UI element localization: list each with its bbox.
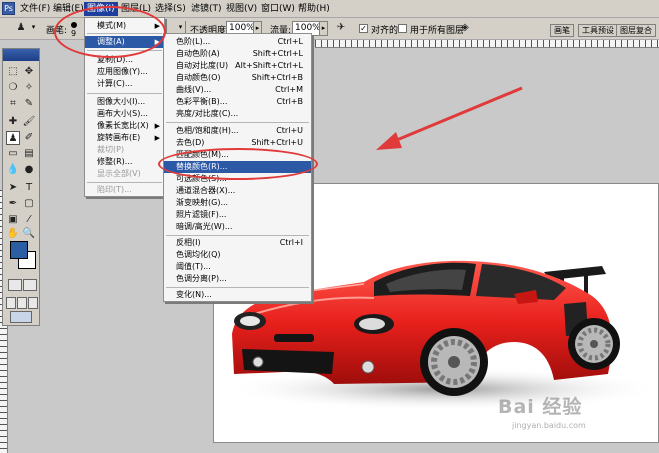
menu-window[interactable]: 窗口(W) [258,2,298,16]
menu-separator [87,93,162,94]
ruler-horizontal [315,40,659,48]
eraser-icon[interactable]: ▭ [6,147,20,161]
tool-preset-arrow-icon[interactable]: ▾ [29,21,38,36]
adjust-variations[interactable]: 变化(N)... [164,289,311,301]
menu-view[interactable]: 视图(V) [223,2,260,16]
type-icon[interactable]: T [22,181,36,195]
annotation-circle-image-menu [54,6,166,58]
adjust-brightness-contrast[interactable]: 亮度/对比度(C)... [164,108,311,120]
adjust-auto-levels[interactable]: 自动色阶(A) Shift+Ctrl+L [164,48,311,60]
adjust-shadow-highlight[interactable]: 暗调/高光(W)... [164,221,311,233]
menu-select[interactable]: 选择(S) [152,2,189,16]
dodge-icon[interactable]: ● [22,163,36,177]
toolbox: ⬚ ✥ ❍ ✧ ⌗ ✎ ✚ 🖌 ♟ ✐ ▭ ▤ 💧 ● ➤ T ✒ ▢ ▣ ⁄ … [2,48,40,326]
adjust-auto-color[interactable]: 自动颜色(O) Shift+Ctrl+B [164,72,311,84]
app-logo-icon: Ps [2,2,15,15]
all-layers-label: 用于所有图层 [410,26,465,36]
annotation-arrow-icon [376,86,523,150]
screen-mode-standard-icon[interactable] [6,297,16,309]
adjust-gradient-map[interactable]: 渐变映射(G)... [164,197,311,209]
tab-brushes[interactable]: 画笔 [550,24,574,37]
shape-icon[interactable]: ▢ [22,197,36,211]
adjust-posterize[interactable]: 色调分离(P)... [164,273,311,285]
adjust-threshold[interactable]: 阈值(T)... [164,261,311,273]
gradient-icon[interactable]: ▤ [22,147,36,161]
menu-separator [166,122,309,123]
screen-mode-full-icon[interactable] [28,297,38,309]
image-menu-calculations[interactable]: 计算(C)... [85,78,164,90]
tab-layer-comps[interactable]: 图层复合 [616,24,656,37]
image-menu-rotate-canvas[interactable]: 旋转画布(E) ▶ [85,132,164,144]
menu-filter[interactable]: 滤镜(T) [188,2,225,16]
jump-to-imageready-icon[interactable] [10,311,32,323]
image-menu-apply-image[interactable]: 应用图像(Y)... [85,66,164,78]
all-layers-checkbox[interactable] [398,24,407,33]
flow-arrow-icon[interactable]: ▸ [319,21,328,36]
menu-file[interactable]: 文件(F) [17,2,53,16]
menu-separator [166,287,309,288]
slice-icon[interactable]: ✎ [22,97,36,111]
adjust-auto-contrast[interactable]: 自动对比度(U) Alt+Shift+Ctrl+L [164,60,311,72]
path-select-icon[interactable]: ➤ [6,181,20,195]
lasso-icon[interactable]: ❍ [6,81,20,95]
eyedropper-icon[interactable]: ⁄ [22,213,36,227]
menu-separator [166,235,309,236]
blur-icon[interactable]: 💧 [6,163,20,177]
aligned-label: 对齐的 [371,26,399,36]
foreground-color-swatch[interactable] [10,241,28,259]
menu-help[interactable]: 帮助(H) [295,2,333,16]
image-menu-image-size[interactable]: 图像大小(I)... [85,96,164,108]
adjust-hue-saturation[interactable]: 色相/饱和度(H)... Ctrl+U [164,125,311,137]
adjust-color-balance[interactable]: 色彩平衡(B)... Ctrl+B [164,96,311,108]
magic-wand-icon[interactable]: ✧ [22,81,36,95]
adjust-levels[interactable]: 色阶(L)... Ctrl+L [164,36,311,48]
pen-icon[interactable]: ✒ [6,197,20,211]
menu-separator [87,182,162,183]
adjust-equalize[interactable]: 色调均化(Q) [164,249,311,261]
tab-tool-presets[interactable]: 工具预设 [578,24,618,37]
image-menu-trap: 陷印(T)... [97,185,132,194]
image-menu-pixel-aspect[interactable]: 像素长宽比(X) ▶ [85,120,164,132]
clone-stamp-tool-icon[interactable]: ♟ [6,131,20,145]
adjust-channel-mixer[interactable]: 通道混合器(X)... [164,185,311,197]
healing-brush-icon[interactable]: ✚ [6,115,20,129]
history-brush-icon[interactable]: ✐ [22,131,36,145]
image-menu-canvas-size[interactable]: 画布大小(S)... [85,108,164,120]
quick-mask-icon[interactable] [23,279,37,291]
notes-icon[interactable]: ▣ [6,213,20,227]
brush-icon[interactable]: 🖌 [22,115,36,129]
standard-mode-icon[interactable] [8,279,22,291]
baidu-watermark: Bai 经验 [498,396,583,418]
toolbox-title-bar[interactable] [3,49,39,61]
screen-mode-menubar-icon[interactable] [17,297,27,309]
marquee-icon[interactable]: ⬚ [6,65,20,79]
image-menu-crop: 裁切(P) [97,145,125,154]
photoshop-window: Ps 文件(F) 编辑(E) 图像(I) 图层(L) 选择(S) 滤镜(T) 视… [0,0,659,453]
aligned-checkbox[interactable]: ✓ [359,24,368,33]
clone-stamp-icon[interactable]: ♟ [14,21,28,35]
adjust-photo-filter[interactable]: 照片滤镜(F)... [164,209,311,221]
sample-icon[interactable]: ◈ [458,21,472,35]
airbrush-icon[interactable]: ✈ [334,21,348,35]
adjust-curves[interactable]: 曲线(V)... Ctrl+M [164,84,311,96]
hand-icon[interactable]: ✋ [6,227,20,241]
baidu-watermark-url: jingyan.baidu.com [512,421,586,430]
move-icon[interactable]: ✥ [22,65,36,79]
zoom-icon[interactable]: 🔍 [22,227,36,241]
image-menu-reveal-all: 显示全部(V) [97,169,141,178]
crop-icon[interactable]: ⌗ [6,97,20,111]
adjust-invert[interactable]: 反相(I) Ctrl+I [164,237,311,249]
image-menu-trim[interactable]: 修整(R)... [85,156,164,168]
annotation-circle-replace-color [158,148,318,180]
